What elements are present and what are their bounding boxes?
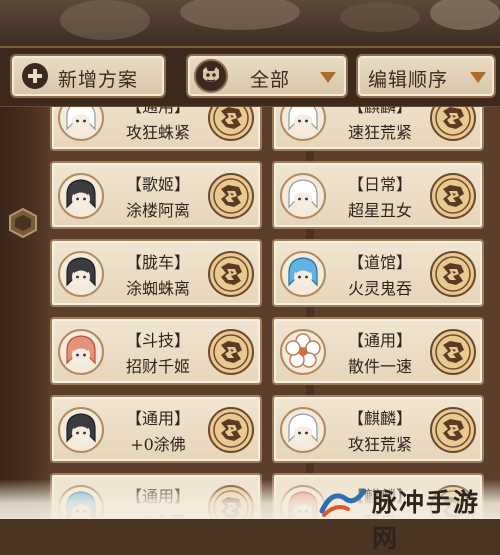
plan-card[interactable]: 【通用】 散件一速 xyxy=(272,317,484,385)
plan-name: 速狂荒紧 xyxy=(347,123,412,142)
shikigami-avatar xyxy=(280,251,326,297)
shikigami-avatar xyxy=(58,173,104,219)
plan-tag: 【胧车】 xyxy=(125,253,190,272)
edit-swirl-icon[interactable] xyxy=(208,329,254,375)
edit-swirl-icon[interactable] xyxy=(430,173,476,219)
plan-tag: 【道馆】 xyxy=(347,253,412,272)
left-rail xyxy=(0,107,50,519)
plan-name: 攻狂蛛紧 xyxy=(125,123,190,142)
plan-tag: 【歌姬】 xyxy=(125,175,190,194)
plan-card[interactable]: 【胧车】 涂蜘蛛离 xyxy=(50,239,262,307)
plan-card[interactable]: 【歌姬】 涂楼阿离 xyxy=(50,161,262,229)
edit-swirl-icon[interactable] xyxy=(208,407,254,453)
edit-swirl-icon[interactable] xyxy=(430,329,476,375)
shikigami-avatar xyxy=(58,107,104,141)
plan-tag: 【斗技】 xyxy=(125,331,190,350)
edit-swirl-icon[interactable] xyxy=(430,407,476,453)
sort-dropdown[interactable]: 编辑顺序 xyxy=(356,54,496,98)
plan-name: +0涂佛 xyxy=(130,435,186,454)
shikigami-avatar xyxy=(280,173,326,219)
plan-tag: 【通用】 xyxy=(125,409,190,428)
watermark: 脉冲手游网 xyxy=(0,479,500,553)
toolbar: 新增方案 全部 编辑顺序 xyxy=(0,46,500,109)
shikigami-avatar xyxy=(58,329,104,375)
new-plan-button[interactable]: 新增方案 xyxy=(10,54,166,98)
plan-tag: 【麒麟】 xyxy=(332,107,428,117)
edit-swirl-icon[interactable] xyxy=(430,251,476,297)
plan-name: 攻狂荒紧 xyxy=(347,435,412,454)
oni-mask-icon xyxy=(194,59,228,93)
plan-name: 招财千姬 xyxy=(125,357,190,376)
shikigami-avatar xyxy=(280,107,326,141)
edit-swirl-icon[interactable] xyxy=(208,251,254,297)
filter-label: 全部 xyxy=(250,69,291,91)
plan-card[interactable]: 【麒麟】速狂荒紧 xyxy=(272,107,484,151)
plan-card[interactable]: 【通用】 +0涂佛 xyxy=(50,395,262,463)
shikigami-avatar xyxy=(280,329,326,375)
plan-card[interactable]: 【通用】攻狂蛛紧 xyxy=(50,107,262,151)
edit-swirl-icon[interactable] xyxy=(208,173,254,219)
plan-card[interactable]: 【道馆】 火灵鬼吞 xyxy=(272,239,484,307)
edit-swirl-icon[interactable] xyxy=(208,107,254,141)
watermark-text: 脉冲手游网 xyxy=(372,488,481,553)
filter-dropdown[interactable]: 全部 xyxy=(186,54,348,98)
plus-circle-icon xyxy=(22,63,48,89)
plan-card[interactable]: 【麒麟】 攻狂荒紧 xyxy=(272,395,484,463)
shikigami-avatar xyxy=(280,407,326,453)
plan-tag: 【通用】 xyxy=(110,107,206,117)
chevron-down-icon xyxy=(320,72,336,83)
sort-label: 编辑顺序 xyxy=(368,69,449,91)
hexagon-icon[interactable] xyxy=(8,207,38,239)
new-plan-label: 新增方案 xyxy=(58,69,139,91)
plan-name: 火灵鬼吞 xyxy=(347,279,412,298)
edit-swirl-icon[interactable] xyxy=(430,107,476,141)
plan-name: 超星丑女 xyxy=(347,201,412,220)
plan-tag: 【日常】 xyxy=(347,175,412,194)
plan-name: 涂楼阿离 xyxy=(125,201,190,220)
shikigami-avatar xyxy=(58,251,104,297)
top-background xyxy=(0,0,500,46)
watermark-logo-icon xyxy=(318,485,368,519)
plan-card[interactable]: 【日常】 超星丑女 xyxy=(272,161,484,229)
plan-name: 涂蜘蛛离 xyxy=(125,279,190,298)
plan-tag: 【麒麟】 xyxy=(347,409,412,428)
plan-name: 散件一速 xyxy=(347,357,412,376)
chevron-down-icon xyxy=(470,72,486,83)
plan-list[interactable]: 【通用】攻狂蛛紧【麒麟】速狂荒紧【歌姬】涂楼阿离【日常】超星丑女【胧车】涂蜘蛛离… xyxy=(48,107,500,519)
shikigami-avatar xyxy=(58,407,104,453)
plan-tag: 【通用】 xyxy=(347,331,412,350)
plan-card[interactable]: 【斗技】 招财千姬 xyxy=(50,317,262,385)
